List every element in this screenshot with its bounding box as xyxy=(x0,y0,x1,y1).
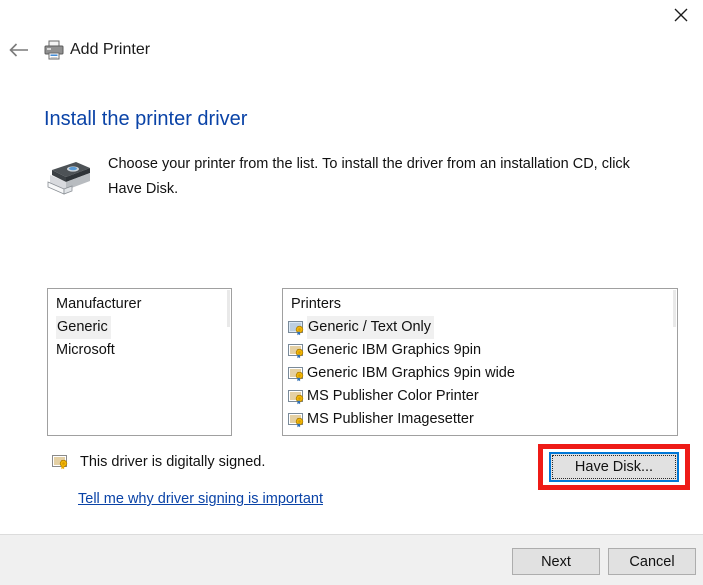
have-disk-button-label: Have Disk... xyxy=(574,459,654,475)
driver-certificate-icon xyxy=(288,412,305,428)
have-disk-button[interactable]: Have Disk... xyxy=(549,452,679,482)
manufacturer-column-header: Manufacturer xyxy=(56,296,142,312)
driver-certificate-icon xyxy=(288,320,305,336)
printer-item-label: Generic IBM Graphics 9pin xyxy=(307,342,482,358)
driver-signature-text: This driver is digitally signed. xyxy=(80,454,266,470)
driver-signing-link[interactable]: Tell me why driver signing is important xyxy=(78,489,323,509)
title-bar xyxy=(0,0,703,32)
driver-certificate-icon xyxy=(288,389,305,405)
cancel-button[interactable]: Cancel xyxy=(608,548,696,575)
driver-certificate-icon xyxy=(288,343,305,359)
close-icon xyxy=(674,8,687,22)
back-button[interactable] xyxy=(6,37,32,63)
window-title: Add Printer xyxy=(70,41,151,58)
cancel-button-label: Cancel xyxy=(629,553,675,570)
list-item[interactable]: Generic xyxy=(48,316,231,339)
page-title: Install the printer driver xyxy=(44,108,248,130)
list-item[interactable]: MS Publisher Color Printer xyxy=(283,385,677,408)
next-button[interactable]: Next xyxy=(512,548,600,575)
add-printer-window: Add Printer Install the printer driver C… xyxy=(0,0,703,585)
next-button-label: Next xyxy=(541,553,571,570)
instruction-text: Choose your printer from the list. To in… xyxy=(108,156,630,197)
driver-certificate-icon xyxy=(52,454,69,470)
nav-bar: Add Printer xyxy=(0,33,703,75)
printer-illustration-icon xyxy=(42,156,94,200)
list-item[interactable]: Generic IBM Graphics 9pin xyxy=(283,339,677,362)
list-item[interactable]: Microsoft xyxy=(48,339,231,362)
printer-item-label: Generic / Text Only xyxy=(307,316,435,339)
back-arrow-icon xyxy=(9,43,28,57)
list-item[interactable]: Generic IBM Graphics 9pin wide xyxy=(283,362,677,385)
driver-signature-note: This driver is digitally signed. xyxy=(52,452,265,472)
list-item[interactable]: Generic / Text Only xyxy=(283,316,677,339)
printer-item-label: MS Publisher Color Printer xyxy=(307,388,479,404)
printers-listbox[interactable]: Printers Generic / Text Only Generic IBM… xyxy=(282,288,678,436)
scrollbar[interactable] xyxy=(227,290,230,327)
printers-column-header: Printers xyxy=(291,296,341,312)
list-item[interactable]: MS Publisher Imagesetter xyxy=(283,408,677,431)
footer-bar: Next Cancel xyxy=(0,535,703,585)
printer-icon xyxy=(42,38,66,62)
scrollbar[interactable] xyxy=(673,290,676,327)
manufacturer-item-label: Microsoft xyxy=(56,342,115,358)
printer-item-label: MS Publisher Imagesetter xyxy=(307,411,474,427)
printer-item-label: Generic IBM Graphics 9pin wide xyxy=(307,365,515,381)
driver-certificate-icon xyxy=(288,366,305,382)
close-button[interactable] xyxy=(658,0,703,30)
manufacturer-item-label: Generic xyxy=(56,316,111,339)
manufacturer-listbox[interactable]: Manufacturer Generic Microsoft xyxy=(47,288,232,436)
